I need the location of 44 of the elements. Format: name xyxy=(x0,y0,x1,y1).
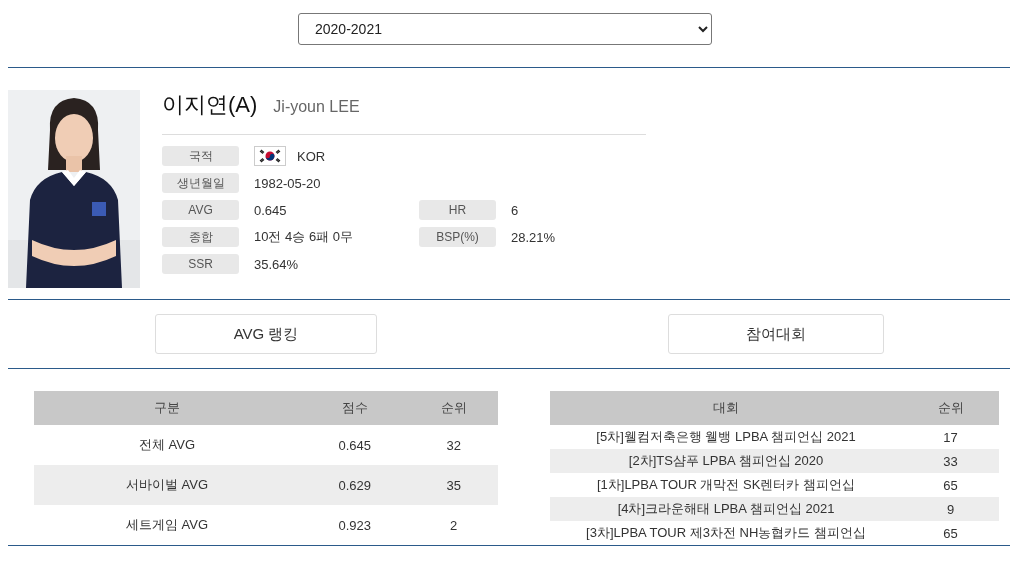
info-value: 0.645 xyxy=(254,202,287,218)
column-header: 대회 xyxy=(550,391,902,425)
info-value: 10전 4승 6패 0무 xyxy=(254,228,353,246)
info-value: 28.21% xyxy=(511,229,556,245)
table-cell: 35 xyxy=(409,465,498,505)
season-select[interactable]: 2020-2021 xyxy=(298,13,712,45)
table-cell: 0.645 xyxy=(300,425,410,465)
section-button[interactable]: 참여대회 xyxy=(668,314,884,354)
info-label: 생년월일 xyxy=(162,173,239,193)
info-label: 종합 xyxy=(162,227,239,247)
info-label: HR xyxy=(419,200,496,220)
table-cell: 9 xyxy=(902,497,999,521)
info-label: BSP(%) xyxy=(419,227,496,247)
column-header: 순위 xyxy=(902,391,999,425)
section-button[interactable]: AVG 랭킹 xyxy=(155,314,377,354)
table-cell: [3차]LPBA TOUR 제3차전 NH농협카드 챔피언십 xyxy=(550,521,902,545)
player-name-english: Ji-youn LEE xyxy=(273,98,360,116)
info-label: SSR xyxy=(162,254,239,274)
table-cell: [1차]LPBA TOUR 개막전 SK렌터카 챔피언십 xyxy=(550,473,902,497)
table-cell: 65 xyxy=(902,521,999,545)
player-name: 이지연(A) xyxy=(162,91,258,119)
table-cell: 17 xyxy=(902,425,999,449)
info-label: AVG xyxy=(162,200,239,220)
table-cell: 65 xyxy=(902,473,999,497)
table-cell: [2차]TS샴푸 LPBA 챔피언십 2020 xyxy=(550,449,902,473)
table-cell: 32 xyxy=(409,425,498,465)
table-cell: 서바이벌 AVG xyxy=(34,465,301,505)
column-header: 순위 xyxy=(409,391,498,425)
table-cell: 세트게임 AVG xyxy=(34,505,301,545)
table-cell: 0.923 xyxy=(300,505,410,545)
column-header: 구분 xyxy=(34,391,301,425)
table-cell: [4차]크라운해태 LPBA 챔피언십 2021 xyxy=(550,497,902,521)
info-value: 1982-05-20 xyxy=(254,175,321,191)
table-cell: 33 xyxy=(902,449,999,473)
table-cell: 2 xyxy=(409,505,498,545)
column-header: 점수 xyxy=(300,391,410,425)
table-cell: [5차]웰컴저축은행 웰뱅 LPBA 챔피언십 2021 xyxy=(550,425,902,449)
table-cell: 전체 AVG xyxy=(34,425,301,465)
info-label: 국적 xyxy=(162,146,239,166)
info-value: 6 xyxy=(511,202,519,218)
table-cell: 0.629 xyxy=(300,465,410,505)
flag-icon xyxy=(254,146,286,166)
info-value: KOR xyxy=(297,148,326,164)
info-value: 35.64% xyxy=(254,256,299,272)
